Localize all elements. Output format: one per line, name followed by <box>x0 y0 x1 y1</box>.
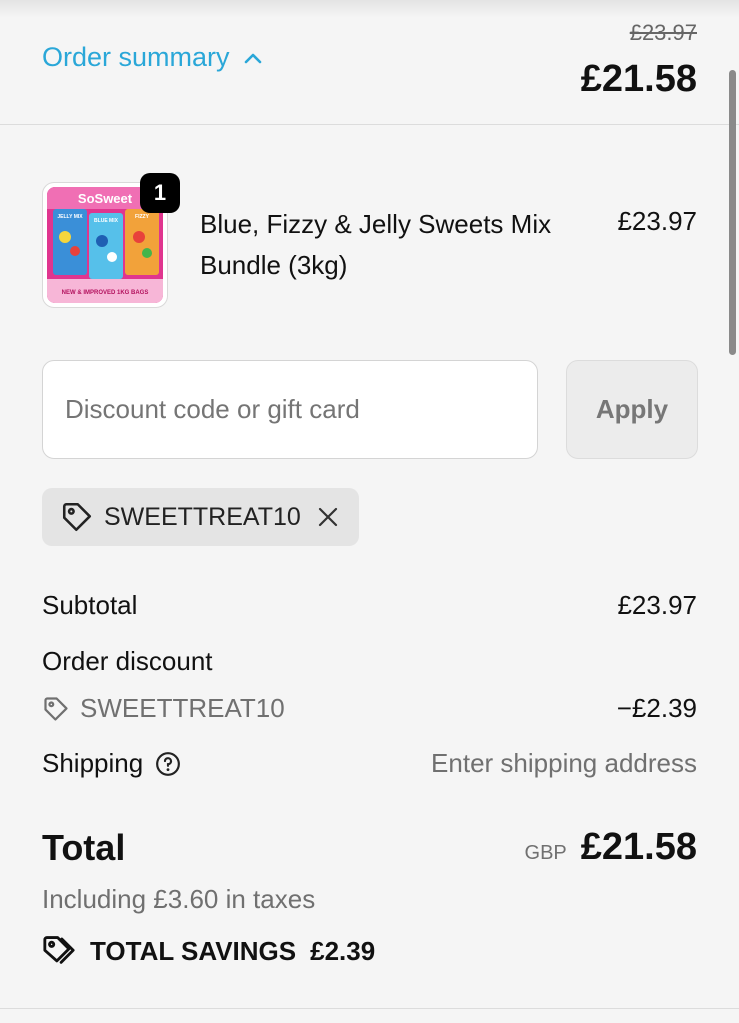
tags-icon <box>43 936 75 964</box>
product-price: £23.97 <box>617 206 697 236</box>
subtotal-label: Subtotal <box>42 590 138 620</box>
total-label: Total <box>42 826 126 868</box>
order-summary-toggle-label: Order summary <box>42 42 230 72</box>
scrollbar[interactable] <box>729 70 736 355</box>
shipping-label: Shipping <box>42 748 144 778</box>
product-name: Blue, Fizzy & Jelly Sweets Mix Bundle (3… <box>200 209 552 280</box>
order-discount-label: Order discount <box>42 646 213 676</box>
savings-amount: £2.39 <box>310 935 376 966</box>
total-savings: TOTAL SAVINGS £2.39 <box>42 934 375 968</box>
discount-code-name: SWEETTREAT10 <box>80 693 285 723</box>
applied-discount-tag: SWEETTREAT10 <box>42 488 359 546</box>
order-summary-header: Order summary £23.97 £21.58 <box>0 0 739 125</box>
quantity-badge: 1 <box>140 173 180 213</box>
brand-logo-text: SoSweet <box>78 191 133 206</box>
divider <box>0 1008 739 1009</box>
compare-at-total: £23.97 <box>629 20 697 45</box>
order-discount-row: Order discount <box>42 646 697 677</box>
shipping-value: Enter shipping address <box>431 748 697 778</box>
order-summary-toggle[interactable]: Order summary <box>42 42 262 73</box>
subtotal-row: Subtotal £23.97 <box>42 590 697 621</box>
bag-label-2: BLUE MIX <box>94 218 119 224</box>
discount-code-row: SWEETTREAT10 −£2.39 <box>42 693 697 724</box>
shipping-label-group: Shipping <box>42 748 181 779</box>
tag-icon <box>44 696 68 721</box>
bag-banner-text: NEW & IMPROVED 1KG BAGS <box>62 290 149 296</box>
total-currency: GBP <box>524 842 567 864</box>
savings-label: TOTAL SAVINGS <box>90 935 297 966</box>
discount-value: −£2.39 <box>616 693 697 723</box>
chevron-up-icon <box>244 53 261 63</box>
discount-code-line: SWEETTREAT10 <box>42 693 285 724</box>
taxes-row: Including £3.60 in taxes <box>42 884 697 915</box>
shipping-row: Shipping Enter shipping address <box>42 748 697 779</box>
apply-discount-button[interactable]: Apply <box>566 360 698 459</box>
tag-icon <box>62 502 92 532</box>
header-total: £21.58 <box>580 58 697 100</box>
taxes-note: Including £3.60 in taxes <box>42 884 316 914</box>
discount-code-input[interactable] <box>42 360 538 459</box>
close-icon <box>318 507 337 527</box>
total-amount-group: GBP £21.58 <box>525 826 697 869</box>
remove-discount-button[interactable] <box>317 506 339 528</box>
bag-label-1: JELLY MIX <box>57 214 83 220</box>
total-row: Total GBP £21.58 <box>42 826 697 869</box>
subtotal-value: £23.97 <box>617 590 697 620</box>
total-amount: £21.58 <box>580 826 697 868</box>
applied-discount-code: SWEETTREAT10 <box>104 502 301 531</box>
help-icon[interactable] <box>155 751 181 777</box>
bag-label-3: FIZZY <box>135 214 150 220</box>
